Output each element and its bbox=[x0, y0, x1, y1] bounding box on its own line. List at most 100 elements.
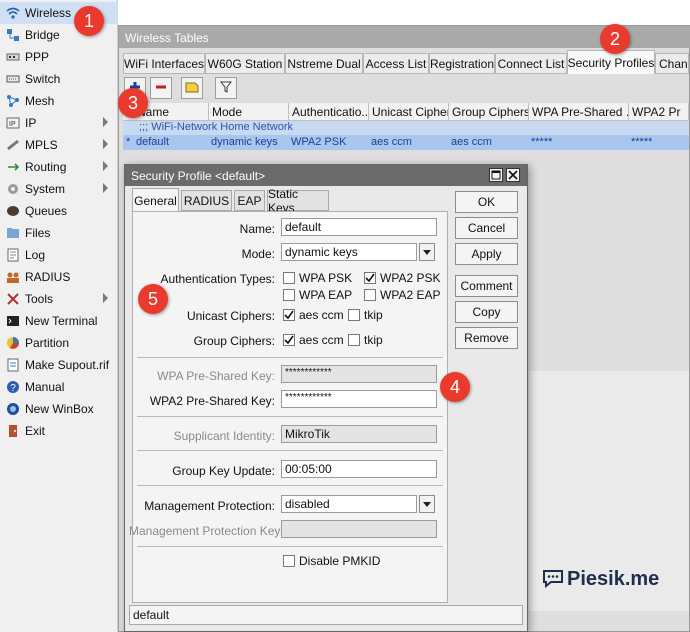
remove-button[interactable] bbox=[150, 77, 172, 99]
column-header-wpa2-psk[interactable]: WPA2 Pr bbox=[629, 103, 689, 121]
sidebar-item-label: Log bbox=[25, 248, 46, 262]
tab-eap[interactable]: EAP bbox=[234, 190, 265, 211]
sidebar-item-label: RADIUS bbox=[25, 270, 71, 284]
group-aes-checkbox[interactable] bbox=[283, 334, 295, 346]
sidebar-item-new-winbox[interactable]: New WinBox bbox=[0, 398, 118, 420]
comment-text: ;;; WiFi-Network Home Network bbox=[139, 121, 294, 133]
sidebar-item-routing[interactable]: Routing bbox=[0, 156, 118, 178]
tab-channels[interactable]: Chan bbox=[655, 53, 689, 74]
exit-icon bbox=[5, 423, 21, 439]
copy-button[interactable]: Copy bbox=[455, 301, 518, 323]
wpa2-eap-label: WPA2 EAP bbox=[380, 288, 441, 302]
cell-group: aes ccm bbox=[451, 136, 492, 148]
sidebar-item-switch[interactable]: Switch bbox=[0, 68, 118, 90]
unicast-tkip-checkbox[interactable] bbox=[348, 309, 360, 321]
column-header-unicast-ciphers[interactable]: Unicast Ciphers bbox=[369, 103, 449, 121]
divider bbox=[137, 357, 443, 358]
comment-button[interactable] bbox=[181, 77, 203, 99]
column-header-mode[interactable]: Mode bbox=[209, 103, 289, 121]
sidebar-item-system[interactable]: System bbox=[0, 178, 118, 200]
tab-w60g-station[interactable]: W60G Station bbox=[205, 53, 285, 74]
sidebar-item-radius[interactable]: RADIUS bbox=[0, 266, 118, 288]
sidebar-item-manual[interactable]: ? Manual bbox=[0, 376, 118, 398]
sidebar-item-queues[interactable]: Queues bbox=[0, 200, 118, 222]
submenu-arrow-icon bbox=[103, 183, 108, 193]
tab-wifi-interfaces[interactable]: WiFi Interfaces bbox=[123, 53, 205, 74]
disable-pmkid-checkbox[interactable] bbox=[283, 555, 295, 567]
svg-text:?: ? bbox=[10, 383, 16, 394]
remove-button[interactable]: Remove bbox=[455, 327, 518, 349]
sidebar-item-partition[interactable]: Partition bbox=[0, 332, 118, 354]
tab-connect-list[interactable]: Connect List bbox=[495, 53, 567, 74]
tools-icon bbox=[5, 291, 21, 307]
group-key-update-label: Group Key Update: bbox=[172, 464, 275, 478]
wpa2-psk-checkbox[interactable] bbox=[364, 272, 376, 284]
sidebar-item-exit[interactable]: Exit bbox=[0, 420, 118, 442]
management-protection-dropdown-button[interactable] bbox=[419, 495, 435, 513]
tab-nstreme-dual[interactable]: Nstreme Dual bbox=[285, 53, 363, 74]
ok-button[interactable]: OK bbox=[455, 191, 518, 213]
sidebar-item-make-supout[interactable]: Make Supout.rif bbox=[0, 354, 118, 376]
group-tkip-checkbox[interactable] bbox=[348, 334, 360, 346]
wpa-psk-checkbox[interactable] bbox=[283, 272, 295, 284]
supplicant-identity-field[interactable]: MikroTik bbox=[281, 425, 437, 443]
sidebar-item-new-terminal[interactable]: New Terminal bbox=[0, 310, 118, 332]
wpa-eap-checkbox[interactable] bbox=[283, 289, 295, 301]
cancel-button[interactable]: Cancel bbox=[455, 217, 518, 239]
tab-access-list[interactable]: Access List bbox=[363, 53, 429, 74]
close-button[interactable] bbox=[506, 168, 520, 182]
sidebar-item-label: New Terminal bbox=[25, 314, 98, 328]
annotation-badge-2: 2 bbox=[600, 24, 630, 54]
sidebar-item-mpls[interactable]: MPLS bbox=[0, 134, 118, 156]
tab-general[interactable]: General bbox=[132, 188, 179, 212]
management-protection-key-field[interactable] bbox=[281, 520, 437, 538]
watermark-text: Piesik.me bbox=[567, 568, 660, 590]
tab-registration[interactable]: Registration bbox=[429, 53, 495, 74]
column-header-auth-types[interactable]: Authenticatio... bbox=[289, 103, 369, 121]
name-field[interactable]: default bbox=[281, 218, 437, 236]
sidebar-item-tools[interactable]: Tools bbox=[0, 288, 118, 310]
sidebar-item-label: Partition bbox=[25, 336, 70, 350]
group-key-update-field[interactable]: 00:05:00 bbox=[281, 460, 437, 478]
column-header-group-ciphers[interactable]: Group Ciphers bbox=[449, 103, 529, 121]
column-header-wpa-psk[interactable]: WPA Pre-Shared ... bbox=[529, 103, 629, 121]
sidebar-item-label: MPLS bbox=[25, 138, 58, 152]
sidebar-item-label: System bbox=[25, 182, 66, 196]
sidebar-item-ppp[interactable]: PPP bbox=[0, 46, 118, 68]
tab-static-keys[interactable]: Static Keys bbox=[267, 187, 329, 215]
mode-select[interactable]: dynamic keys bbox=[281, 243, 417, 261]
cell-unicast: aes ccm bbox=[371, 136, 412, 148]
chevron-down-icon bbox=[423, 245, 431, 259]
mode-label: Mode: bbox=[241, 247, 275, 261]
wpa2-psk-key-field[interactable]: ************ bbox=[281, 390, 437, 408]
sidebar-item-label: New WinBox bbox=[25, 402, 94, 416]
sidebar-item-mesh[interactable]: Mesh bbox=[0, 90, 118, 112]
supplicant-identity-label: Supplicant Identity: bbox=[173, 429, 275, 443]
apply-button[interactable]: Apply bbox=[455, 243, 518, 265]
wpa-psk-key-label: WPA Pre-Shared Key: bbox=[157, 369, 275, 383]
group-aes-label: aes ccm bbox=[299, 333, 344, 347]
sidebar-item-files[interactable]: Files bbox=[0, 222, 118, 244]
table-row[interactable]: * default dynamic keys WPA2 PSK aes ccm … bbox=[123, 135, 689, 150]
unicast-aes-checkbox[interactable] bbox=[283, 309, 295, 321]
divider bbox=[137, 450, 443, 451]
wpa2-eap-checkbox[interactable] bbox=[364, 289, 376, 301]
group-tkip-label: tkip bbox=[364, 333, 383, 347]
switch-icon bbox=[5, 71, 21, 87]
maximize-button[interactable] bbox=[489, 168, 503, 182]
divider bbox=[137, 485, 443, 486]
mode-dropdown-button[interactable] bbox=[419, 243, 435, 261]
log-icon bbox=[5, 247, 21, 263]
wpa-psk-key-field[interactable]: ************ bbox=[281, 365, 437, 383]
comment-row[interactable]: ;;; WiFi-Network Home Network bbox=[123, 121, 689, 135]
management-protection-select[interactable]: disabled bbox=[281, 495, 417, 513]
tab-radius[interactable]: RADIUS bbox=[181, 190, 232, 211]
sidebar-item-log[interactable]: Log bbox=[0, 244, 118, 266]
annotation-badge-5: 5 bbox=[138, 284, 168, 314]
filter-button[interactable] bbox=[215, 77, 237, 99]
sidebar-item-ip[interactable]: IP IP bbox=[0, 112, 118, 134]
unicast-tkip-label: tkip bbox=[364, 308, 383, 322]
wpa2-psk-label: WPA2 PSK bbox=[380, 271, 441, 285]
cell-name: default bbox=[136, 136, 170, 148]
comment-button[interactable]: Comment bbox=[455, 275, 518, 297]
